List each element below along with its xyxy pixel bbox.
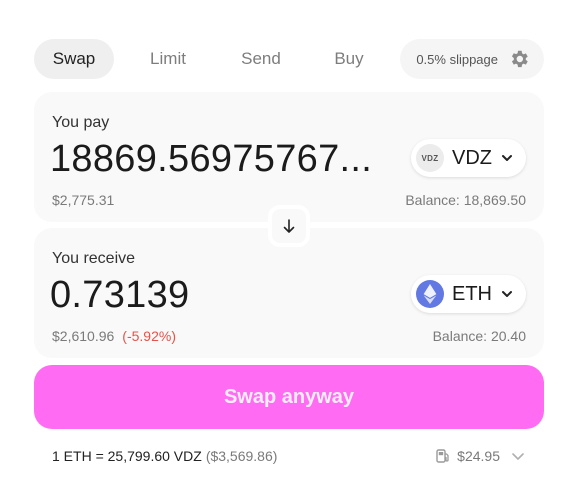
tab-send[interactable]: Send [222, 39, 300, 79]
gear-icon [511, 50, 528, 68]
receive-amount[interactable]: 0.73139 [50, 274, 385, 317]
tab-buy[interactable]: Buy [300, 39, 398, 79]
receive-usd-amount: $2,610.96 [52, 328, 115, 344]
rate-row: 1 ETH = 25,799.60 VDZ ($3,569.86) $24.95 [52, 446, 526, 466]
eth-token-icon [416, 280, 444, 308]
gas-pump-icon [436, 449, 449, 463]
pay-token-selector[interactable]: VDZ VDZ [411, 139, 526, 177]
chevron-down-icon [502, 291, 512, 297]
price-impact: (-5.92%) [122, 328, 176, 344]
chevron-down-icon [512, 453, 524, 460]
arrow-down-icon [283, 219, 295, 233]
swap-anyway-button[interactable]: Swap anyway [34, 365, 544, 429]
receive-token-symbol: ETH [452, 282, 492, 305]
pay-label: You pay [52, 114, 110, 131]
pay-usd-value: $2,775.31 [52, 192, 115, 208]
gas-fee-toggle[interactable]: $24.95 [435, 448, 526, 464]
exchange-rate-usd: ($3,569.86) [205, 448, 278, 464]
slippage-label: 0.5% slippage [416, 51, 498, 67]
chevron-down-icon [502, 155, 512, 161]
swap-tabs: Swap Limit Send Buy 0.5% slippage [34, 39, 544, 79]
receive-token-selector[interactable]: ETH [411, 275, 526, 313]
pay-balance: Balance: 18,869.50 [405, 192, 526, 208]
pay-panel: You pay 18869.56975767... VDZ VDZ $2,775… [34, 92, 544, 222]
receive-balance: Balance: 20.40 [432, 328, 526, 344]
receive-panel: You receive 0.73139 ETH $2,610.96 (-5.92%… [34, 228, 544, 358]
exchange-rate-text: 1 ETH = 25,799.60 VDZ [52, 448, 202, 464]
switch-tokens-button[interactable] [268, 205, 310, 247]
tab-limit[interactable]: Limit [114, 39, 222, 79]
pay-token-symbol: VDZ [452, 146, 492, 169]
pay-amount-input[interactable]: 18869.56975767... [50, 138, 385, 181]
tab-swap[interactable]: Swap [34, 39, 114, 79]
vdz-token-icon: VDZ [416, 144, 444, 172]
receive-label: You receive [52, 250, 136, 267]
receive-usd-value: $2,610.96 (-5.92%) [52, 328, 176, 344]
gas-fee-value: $24.95 [457, 448, 500, 464]
exchange-rate[interactable]: 1 ETH = 25,799.60 VDZ ($3,569.86) [52, 448, 277, 464]
slippage-settings-button[interactable]: 0.5% slippage [400, 39, 544, 79]
